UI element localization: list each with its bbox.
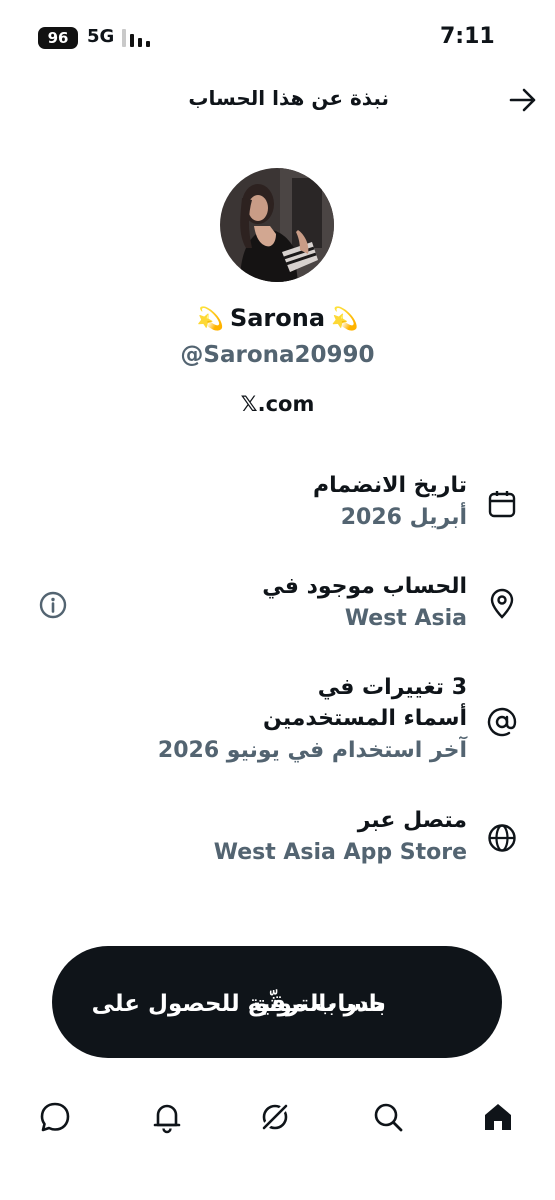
search-icon[interactable] (371, 1100, 405, 1134)
upgrade-verified-button[interactable]: بادر بالترقية للحصول على حساب موثّق (52, 946, 502, 1058)
info-icon[interactable] (38, 590, 68, 620)
joined-value: أبريل 2026 (340, 505, 467, 530)
location-value: West Asia (344, 606, 467, 631)
joined-label: تاريخ الانضمام (313, 473, 467, 498)
dizzy-emoji-icon: 💫 (196, 307, 224, 332)
upgrade-line2: حساب موثّق (248, 991, 386, 1017)
page-title: نبذة عن هذا الحساب (188, 86, 389, 110)
username-changes-label-line2: أسماء المستخدمين (263, 706, 467, 731)
connected-via-row: متصل عبر West Asia App Store (47, 805, 467, 870)
location-label: الحساب موجود في (262, 574, 467, 599)
status-bar: 96 5G 7:11 (0, 0, 555, 72)
display-name: Sarona (229, 304, 326, 332)
website-link[interactable]: 𝕏.com (0, 392, 555, 416)
header: نبذة عن هذا الحساب (0, 78, 555, 122)
status-time: 7:11 (440, 24, 495, 49)
username-changes-row: 3 تغييرات في أسماء المستخدمين آخر استخدا… (47, 672, 467, 768)
home-icon[interactable] (481, 1100, 515, 1134)
display-name-row: 💫 Sarona 💫 (0, 304, 555, 332)
location-row: الحساب موجود في West Asia (47, 571, 467, 636)
location-pin-icon (490, 588, 514, 619)
globe-icon (488, 824, 516, 852)
calendar-icon (488, 491, 516, 518)
bottom-navigation (0, 1088, 555, 1148)
grok-icon[interactable] (258, 1100, 292, 1134)
network-type: 5G (87, 26, 115, 47)
joined-row: تاريخ الانضمام أبريل 2026 (47, 470, 467, 535)
username-changes-label-line1: 3 تغييرات في (317, 675, 467, 700)
avatar[interactable] (220, 168, 334, 282)
about-account-screen: 96 5G 7:11 نبذة عن هذا الحساب 💫 Sarona 💫 @… (0, 0, 555, 1200)
username-handle: @Sarona20990 (180, 342, 375, 368)
username-changes-value: آخر استخدام في يونيو 2026 (157, 738, 467, 763)
at-icon (487, 707, 517, 737)
signal-icon (122, 29, 152, 47)
connected-via-value: West Asia App Store (213, 840, 467, 865)
notifications-icon[interactable] (150, 1100, 184, 1134)
dizzy-emoji-icon: 💫 (331, 307, 359, 332)
battery-indicator: 96 (38, 27, 78, 49)
arrow-right-icon[interactable] (508, 87, 538, 113)
messages-icon[interactable] (38, 1100, 72, 1134)
connected-via-label: متصل عبر (357, 808, 467, 833)
